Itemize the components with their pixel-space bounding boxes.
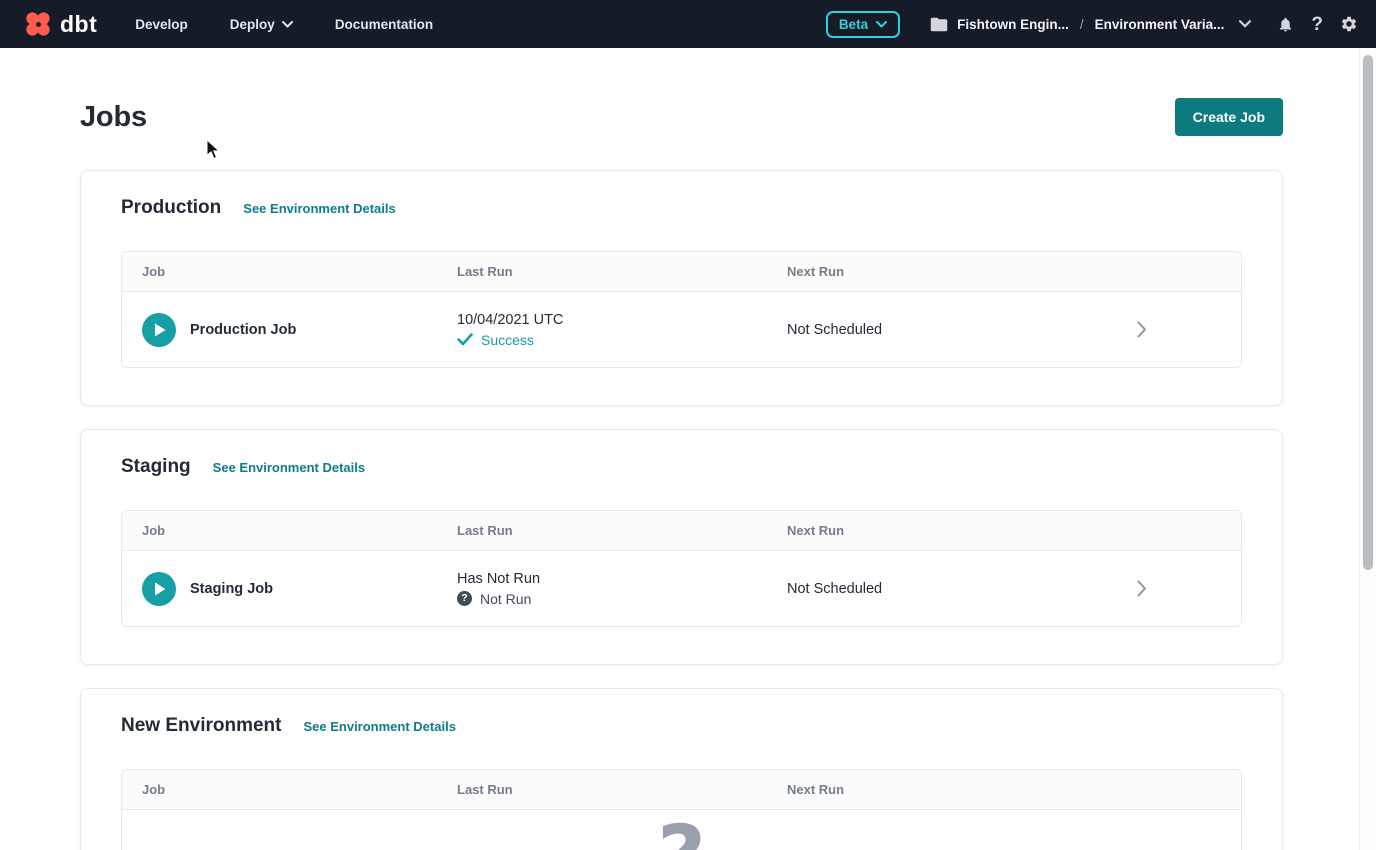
play-icon bbox=[153, 582, 166, 596]
column-header-next-run: Next Run bbox=[787, 782, 1137, 797]
empty-state: ? bbox=[122, 810, 1241, 850]
main-content: Jobs Create Job Production See Environme… bbox=[0, 48, 1376, 850]
see-environment-details-link[interactable]: See Environment Details bbox=[243, 201, 395, 216]
environment-card-production: Production See Environment Details Job L… bbox=[80, 170, 1283, 406]
job-name: Production Job bbox=[190, 322, 296, 338]
jobs-table: Job Last Run Next Run ? bbox=[121, 769, 1242, 850]
play-icon bbox=[153, 323, 166, 337]
nav-documentation[interactable]: Documentation bbox=[335, 17, 433, 32]
environment-name: Production bbox=[121, 197, 221, 219]
column-header-last-run: Last Run bbox=[457, 264, 787, 279]
nav-develop[interactable]: Develop bbox=[135, 17, 188, 32]
create-job-button[interactable]: Create Job bbox=[1175, 98, 1283, 136]
settings-gear-icon[interactable] bbox=[1340, 15, 1358, 33]
empty-state-question-icon: ? bbox=[657, 812, 706, 850]
table-header-row: Job Last Run Next Run bbox=[122, 511, 1241, 551]
scrollbar-thumb[interactable] bbox=[1363, 55, 1373, 570]
folder-icon bbox=[930, 17, 948, 32]
environment-card-new-environment: New Environment See Environment Details … bbox=[80, 688, 1283, 850]
scrollbar-track[interactable] bbox=[1359, 48, 1376, 850]
table-header-row: Job Last Run Next Run bbox=[122, 252, 1241, 292]
last-run-label: Has Not Run bbox=[457, 571, 787, 587]
column-header-last-run: Last Run bbox=[457, 782, 787, 797]
top-navbar: dbt Develop Deploy Documentation Beta Fi… bbox=[0, 0, 1376, 48]
column-header-next-run: Next Run bbox=[787, 523, 1137, 538]
help-icon[interactable]: ? bbox=[1311, 15, 1323, 34]
dbt-logo[interactable]: dbt bbox=[24, 10, 97, 38]
column-header-next-run: Next Run bbox=[787, 264, 1137, 279]
see-environment-details-link[interactable]: See Environment Details bbox=[213, 460, 365, 475]
not-run-question-icon: ? bbox=[457, 591, 472, 606]
notifications-bell-icon[interactable] bbox=[1277, 15, 1294, 34]
brand-name: dbt bbox=[60, 11, 97, 38]
jobs-table: Job Last Run Next Run Staging Job Has No… bbox=[121, 510, 1242, 627]
status-badge: Not Run bbox=[480, 591, 531, 607]
column-header-job: Job bbox=[122, 782, 457, 797]
primary-nav: Develop Deploy Documentation bbox=[135, 17, 433, 32]
beta-label: Beta bbox=[839, 17, 868, 32]
breadcrumb[interactable]: Fishtown Engin... / Environment Varia... bbox=[930, 17, 1251, 32]
column-header-last-run: Last Run bbox=[457, 523, 787, 538]
run-job-play-button[interactable] bbox=[142, 313, 176, 347]
breadcrumb-page[interactable]: Environment Varia... bbox=[1095, 17, 1225, 32]
run-job-play-button[interactable] bbox=[142, 572, 176, 606]
chevron-right-icon[interactable] bbox=[1137, 321, 1147, 338]
breadcrumb-project[interactable]: Fishtown Engin... bbox=[957, 17, 1069, 32]
next-run-value: Not Scheduled bbox=[787, 581, 882, 597]
chevron-right-icon[interactable] bbox=[1137, 580, 1147, 597]
environment-name: New Environment bbox=[121, 715, 281, 737]
job-row-production[interactable]: Production Job 10/04/2021 UTC Success No… bbox=[122, 292, 1241, 367]
job-row-staging[interactable]: Staging Job Has Not Run ? Not Run Not Sc… bbox=[122, 551, 1241, 626]
column-header-job: Job bbox=[122, 523, 457, 538]
table-header-row: Job Last Run Next Run bbox=[122, 770, 1241, 810]
nav-deploy[interactable]: Deploy bbox=[230, 17, 293, 32]
job-name: Staging Job bbox=[190, 581, 273, 597]
next-run-value: Not Scheduled bbox=[787, 322, 882, 338]
chevron-down-icon bbox=[282, 21, 293, 28]
dbt-logo-icon bbox=[24, 10, 52, 38]
chevron-down-icon bbox=[876, 21, 887, 28]
environment-name: Staging bbox=[121, 456, 191, 478]
see-environment-details-link[interactable]: See Environment Details bbox=[303, 719, 455, 734]
status-badge: Success bbox=[481, 332, 534, 348]
jobs-table: Job Last Run Next Run Production Job 10/… bbox=[121, 251, 1242, 368]
environment-card-staging: Staging See Environment Details Job Last… bbox=[80, 429, 1283, 665]
column-header-job: Job bbox=[122, 264, 457, 279]
last-run-date: 10/04/2021 UTC bbox=[457, 312, 787, 328]
chevron-down-icon[interactable] bbox=[1239, 20, 1251, 28]
success-check-icon bbox=[457, 333, 473, 346]
nav-deploy-label: Deploy bbox=[230, 17, 275, 32]
page-title: Jobs bbox=[80, 101, 147, 134]
breadcrumb-separator: / bbox=[1080, 17, 1084, 32]
beta-dropdown[interactable]: Beta bbox=[826, 11, 900, 38]
